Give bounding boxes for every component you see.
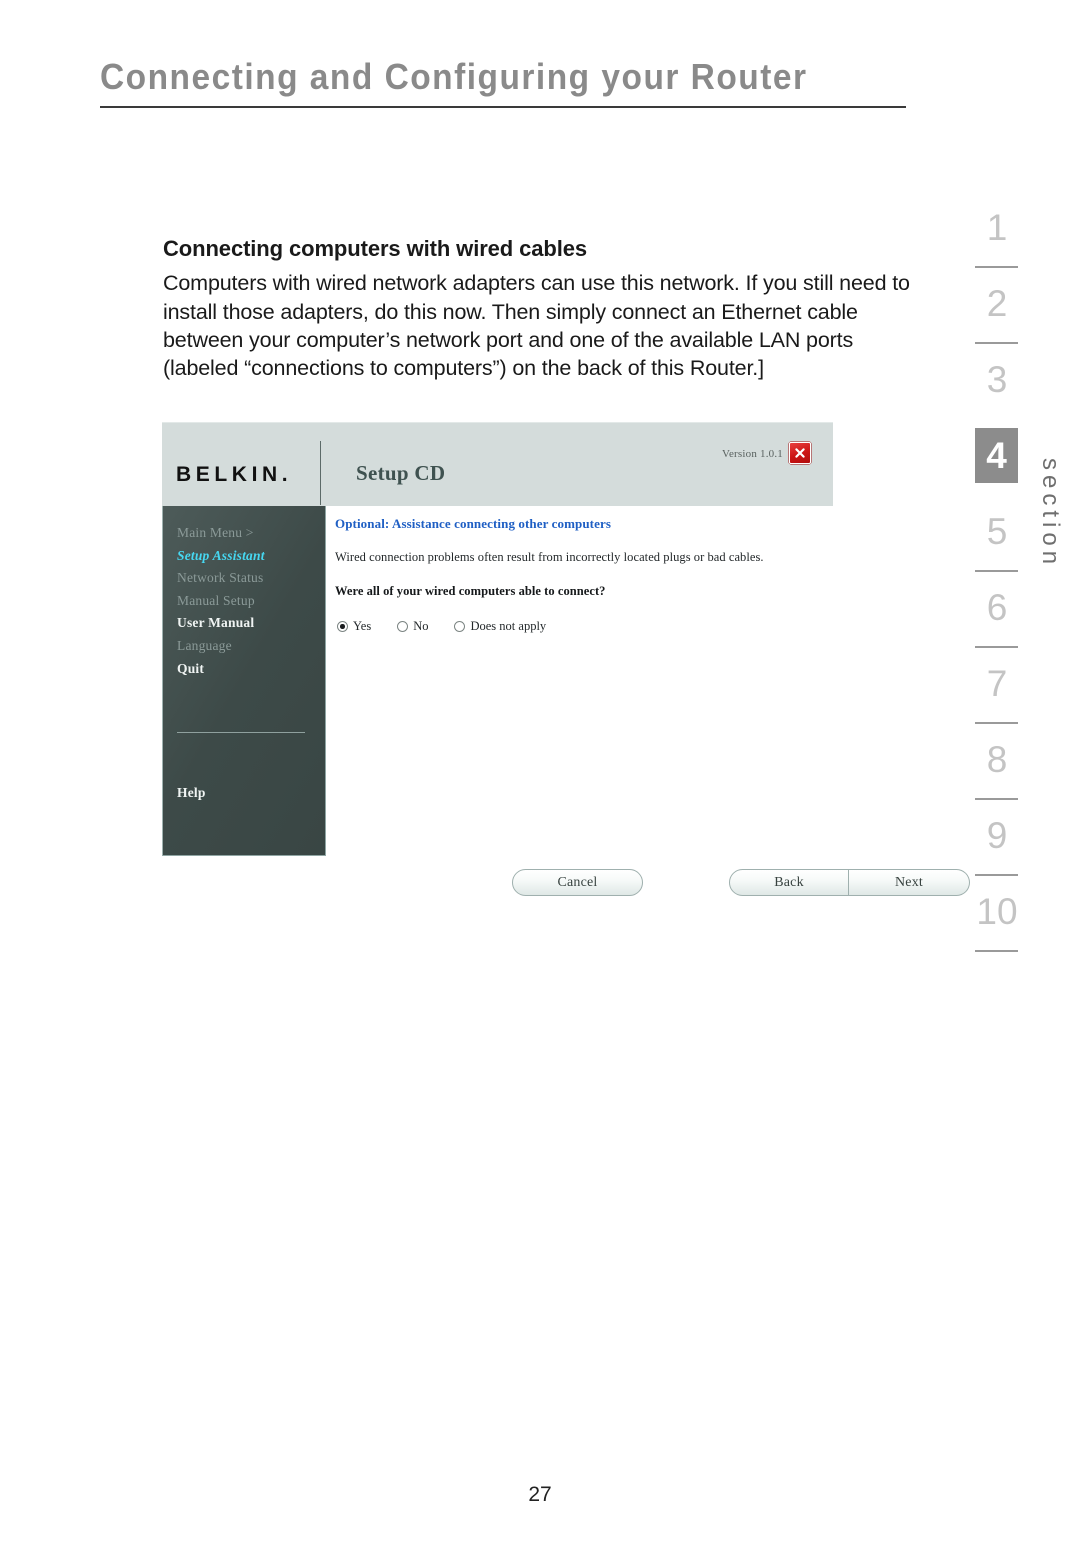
close-icon[interactable] [789,442,811,464]
section-rail: 1 2 3 4 5 6 7 8 9 10 section [960,200,1080,960]
sidebar-item-user-manual[interactable]: User Manual [177,612,317,635]
page-running-head: Connecting and Configuring your Router [100,58,906,108]
section-number: 5 [986,510,1008,552]
section-tab-1[interactable]: 1 [960,200,1034,276]
back-button[interactable]: Back [729,869,849,896]
app-content-panel: Optional: Assistance connecting other co… [326,506,970,896]
sidebar-item-setup-assistant[interactable]: Setup Assistant [177,545,317,568]
radio-label-does-not-apply: Does not apply [470,619,547,633]
panel-heading: Optional: Assistance connecting other co… [335,516,612,531]
page-number: 27 [528,1483,552,1506]
panel-question: Were all of your wired computers able to… [335,584,606,598]
section-tab-5[interactable]: 5 [960,504,1034,580]
header-divider [100,105,906,108]
radio-button-icon[interactable] [454,621,466,632]
titlebar-divider [320,441,321,505]
setup-cd-screenshot: BELKIN. Setup CD Version 1.0.1 Main Menu… [162,422,970,896]
section-number: 7 [986,662,1008,704]
section-tab-4-current[interactable]: 4 [960,428,1034,504]
section-separator [975,874,1018,876]
section-number: 4 [975,428,1018,483]
belkin-logo: BELKIN. [176,463,293,486]
app-sidebar: Main Menu > Setup Assistant Network Stat… [162,506,326,856]
app-title: Setup CD [356,461,446,485]
section-tab-9[interactable]: 9 [960,808,1034,884]
app-version-label: Version 1.0.1 [722,448,783,460]
sidebar-divider [177,732,305,733]
sidebar-item-manual-setup[interactable]: Manual Setup [177,590,317,613]
section-number: 1 [986,206,1008,248]
section-number: 10 [976,890,1018,932]
section-separator [975,798,1018,800]
section-tab-6[interactable]: 6 [960,580,1034,656]
section-number: 2 [986,282,1008,324]
radio-group: Yes No Does not apply [337,619,572,634]
sidebar-item-help[interactable]: Help [177,785,206,801]
section-separator [975,722,1018,724]
section-tab-2[interactable]: 2 [960,276,1034,352]
radio-label-yes: Yes [353,619,372,633]
sidebar-menu: Main Menu > Setup Assistant Network Stat… [177,522,317,680]
section-separator [975,950,1018,952]
section-number-list: 1 2 3 4 5 6 7 8 9 10 [960,200,1034,960]
section-separator [975,266,1018,268]
sidebar-item-main-menu[interactable]: Main Menu > [177,522,317,545]
section-tab-8[interactable]: 8 [960,732,1034,808]
radio-option-yes[interactable]: Yes [337,619,371,634]
radio-option-no[interactable]: No [397,619,428,634]
sidebar-item-quit[interactable]: Quit [177,658,317,681]
section-number: 6 [986,586,1008,628]
section-heading: Connecting computers with wired cables [163,236,588,261]
cancel-button[interactable]: Cancel [512,869,643,896]
panel-description: Wired connection problems often result f… [335,550,764,564]
section-number: 8 [986,738,1008,780]
section-number: 3 [986,358,1008,400]
page-title: Connecting and Configuring your Router [100,56,808,97]
body-content: Connecting computers with wired cables C… [163,236,915,382]
section-separator [975,570,1018,572]
section-tab-10[interactable]: 10 [960,884,1034,960]
section-tab-3[interactable]: 3 [960,352,1034,428]
section-separator [975,646,1018,648]
app-titlebar: BELKIN. Setup CD Version 1.0.1 [162,422,833,507]
radio-label-no: No [413,619,429,633]
sidebar-item-network-status[interactable]: Network Status [177,567,317,590]
section-rail-label: section [1037,458,1064,570]
next-button[interactable]: Next [849,869,970,896]
section-separator [975,342,1018,344]
sidebar-item-language[interactable]: Language [177,635,317,658]
radio-button-icon[interactable] [397,621,409,632]
navigation-button-group: Back Next [729,869,970,896]
section-tab-7[interactable]: 7 [960,656,1034,732]
section-number: 9 [986,814,1008,856]
radio-button-icon[interactable] [337,621,348,632]
body-paragraph: Computers with wired network adapters ca… [163,271,910,380]
radio-option-does-not-apply[interactable]: Does not apply [454,619,546,634]
